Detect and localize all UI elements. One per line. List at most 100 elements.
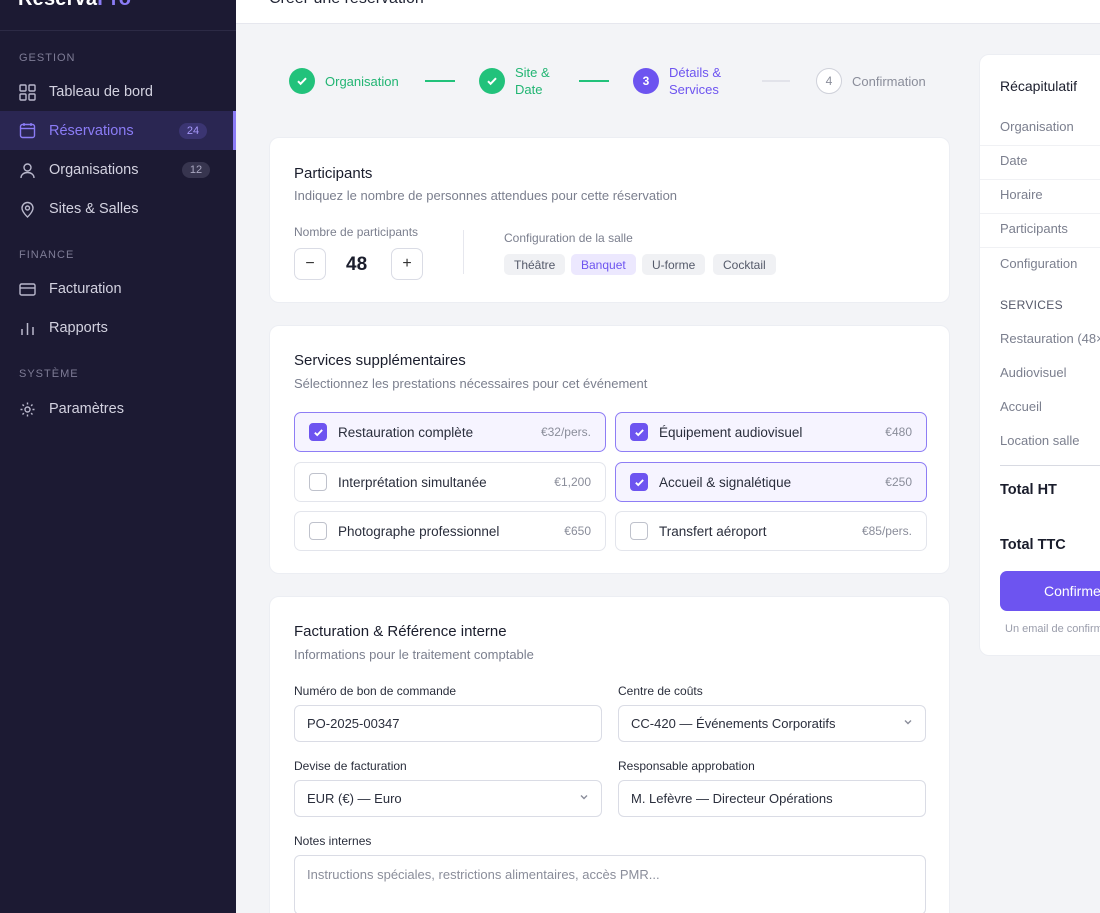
cost-center-label: Centre de coûts: [618, 684, 703, 698]
config-option-cocktail[interactable]: Cocktail: [713, 254, 776, 275]
summary-row-horaire: Horaire: [1000, 187, 1043, 202]
step-connector: [579, 80, 609, 82]
chevron-down-icon: [903, 717, 913, 730]
divider: [980, 247, 1100, 248]
checkbox-checked-icon[interactable]: [309, 423, 327, 441]
summary-services-header: SERVICES: [1000, 298, 1063, 312]
divider: [1000, 465, 1100, 466]
services-card: Services supplémentaires Sélectionnez le…: [269, 325, 950, 574]
service-audiovisuel[interactable]: Équipement audiovisuel €480: [615, 412, 927, 452]
participants-count-label: Nombre de participants: [294, 225, 419, 239]
nav-section-finance: FINANCE: [19, 249, 75, 261]
bar-chart-icon: [18, 319, 36, 337]
notes-textarea[interactable]: Instructions spéciales, restrictions ali…: [294, 855, 926, 913]
sidebar-item-organisations[interactable]: Organisations 12: [0, 151, 236, 189]
summary-service-audiovisuel: Audiovisuel: [1000, 365, 1067, 380]
calendar-icon: [18, 122, 36, 140]
summary-service-restauration: Restauration (48×: [1000, 331, 1100, 346]
sidebar-item-label: Paramètres: [49, 401, 124, 417]
total-ht-label: Total HT: [1000, 482, 1057, 498]
approver-label: Responsable approbation: [618, 759, 755, 773]
cost-center-value: CC-420 — Événements Corporatifs: [631, 716, 836, 731]
card-title: Facturation & Référence interne: [294, 623, 507, 640]
summary-row-organisation: Organisation: [1000, 119, 1074, 134]
step-confirmation[interactable]: 4 Confirmation: [816, 68, 926, 94]
divider: [463, 230, 464, 274]
sidebar-item-label: Rapports: [49, 320, 108, 336]
config-option-theatre[interactable]: Théâtre: [504, 254, 566, 275]
chevron-down-icon: [579, 792, 589, 805]
service-label: Interprétation simultanée: [338, 474, 487, 490]
sidebar-item-reservations[interactable]: Réservations 24: [0, 111, 236, 150]
step-number: 3: [633, 68, 659, 94]
participants-count[interactable]: 48: [346, 254, 367, 276]
service-photographe[interactable]: Photographe professionnel €650: [294, 511, 606, 551]
sidebar-item-dashboard[interactable]: Tableau de bord: [0, 73, 236, 111]
confirm-button[interactable]: Confirmer: [1000, 571, 1100, 611]
approver-value: M. Lefèvre — Directeur Opérations: [631, 791, 833, 806]
card-title: Services supplémentaires: [294, 352, 466, 369]
check-icon: [479, 68, 505, 94]
divider: [980, 145, 1100, 146]
service-label: Équipement audiovisuel: [659, 424, 803, 440]
sidebar-item-parametres[interactable]: Paramètres: [0, 390, 236, 428]
top-header: Créer une réservation: [236, 0, 1100, 24]
currency-label: Devise de facturation: [294, 759, 407, 773]
checkbox-icon[interactable]: [630, 522, 648, 540]
service-price: €250: [885, 475, 912, 489]
service-interpretation[interactable]: Interprétation simultanée €1,200: [294, 462, 606, 502]
checkbox-icon[interactable]: [309, 522, 327, 540]
user-icon: [18, 161, 36, 179]
increment-button[interactable]: +: [391, 248, 423, 280]
step-organisation[interactable]: Organisation: [289, 68, 399, 94]
currency-value: EUR (€) — Euro: [307, 791, 402, 806]
nav-section-systeme: SYSTÈME: [19, 368, 79, 380]
sidebar-divider: [0, 30, 236, 31]
summary-service-location: Location salle: [1000, 433, 1080, 448]
checkbox-icon[interactable]: [309, 473, 327, 491]
sidebar-item-label: Sites & Salles: [49, 201, 139, 217]
service-label: Photographe professionnel: [338, 523, 500, 539]
decrement-button[interactable]: −: [294, 248, 326, 280]
cost-center-select[interactable]: CC-420 — Événements Corporatifs: [618, 705, 926, 742]
step-label-line1: Site &: [515, 65, 550, 80]
summary-title: Récapitulatif: [1000, 78, 1078, 94]
service-transfert[interactable]: Transfert aéroport €85/pers.: [615, 511, 927, 551]
service-label: Accueil & signalétique: [659, 474, 792, 490]
step-number: 4: [816, 68, 842, 94]
notes-label: Notes internes: [294, 834, 372, 848]
sidebar-item-facturation[interactable]: Facturation: [0, 270, 236, 308]
sidebar-item-label: Réservations: [49, 122, 134, 139]
map-pin-icon: [18, 200, 36, 218]
po-number-input[interactable]: PO-2025-00347: [294, 705, 602, 742]
notes-placeholder: Instructions spéciales, restrictions ali…: [307, 867, 660, 882]
divider: [980, 213, 1100, 214]
step-label: Organisation: [325, 73, 399, 89]
divider: [980, 179, 1100, 180]
summary-row-date: Date: [1000, 153, 1028, 168]
page-title: Créer une réservation: [269, 0, 424, 8]
summary-row-participants: Participants: [1000, 221, 1068, 236]
summary-row-configuration: Configuration: [1000, 256, 1078, 271]
summary-panel: Récapitulatif Organisation Date Horaire …: [979, 54, 1100, 656]
sidebar-item-sites[interactable]: Sites & Salles: [0, 190, 236, 228]
service-accueil[interactable]: Accueil & signalétique €250: [615, 462, 927, 502]
step-details-services[interactable]: 3 Détails & Services: [633, 64, 721, 98]
step-site-date[interactable]: Site & Date: [479, 64, 550, 98]
settings-icon: [18, 400, 36, 418]
room-config-label: Configuration de la salle: [504, 231, 633, 245]
sidebar-item-rapports[interactable]: Rapports: [0, 309, 236, 347]
summary-service-accueil: Accueil: [1000, 399, 1042, 414]
step-label-line2: Date: [515, 82, 543, 97]
billing-card: Facturation & Référence interne Informat…: [269, 596, 950, 913]
config-option-banquet[interactable]: Banquet: [571, 254, 636, 275]
sidebar-item-label: Facturation: [49, 281, 122, 297]
checkbox-checked-icon[interactable]: [630, 473, 648, 491]
service-restauration[interactable]: Restauration complète €32/pers.: [294, 412, 606, 452]
currency-select[interactable]: EUR (€) — Euro: [294, 780, 602, 817]
brand-logo[interactable]: RéservaPro: [18, 0, 131, 11]
checkbox-checked-icon[interactable]: [630, 423, 648, 441]
approver-input[interactable]: M. Lefèvre — Directeur Opérations: [618, 780, 926, 817]
sidebar: RéservaPro GESTION Tableau de bord Réser…: [0, 0, 236, 913]
config-option-u-forme[interactable]: U-forme: [642, 254, 706, 275]
